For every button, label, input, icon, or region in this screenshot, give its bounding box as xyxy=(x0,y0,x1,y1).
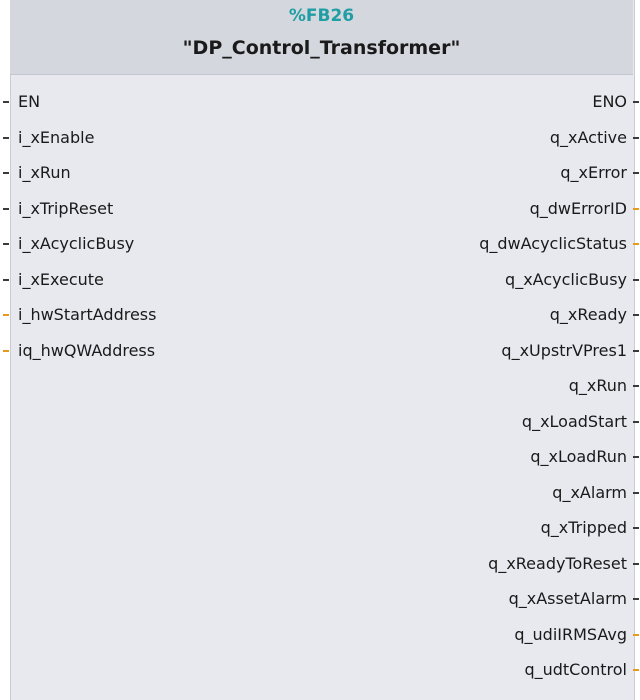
input-connector-i-xtripreset[interactable] xyxy=(3,208,9,210)
input-connector-i-hwstartaddress[interactable] xyxy=(3,314,9,316)
input-connector-en[interactable] xyxy=(3,101,9,103)
input-pin-i-xexecute[interactable]: i_xExecute xyxy=(18,269,104,291)
output-pin-q-xrun[interactable]: q_xRun xyxy=(569,375,627,397)
output-pin-q-xtripped[interactable]: q_xTripped xyxy=(541,517,627,539)
output-connector-q-xassetalarm[interactable] xyxy=(633,598,639,600)
input-pin-i-xtripreset[interactable]: i_xTripReset xyxy=(18,198,113,220)
input-connector-i-xacyclicbusy[interactable] xyxy=(3,243,9,245)
input-pin-i-xacyclicbusy[interactable]: i_xAcyclicBusy xyxy=(18,233,134,255)
output-pin-q-udiirmsavg[interactable]: q_udiIRMSAvg xyxy=(514,624,627,646)
output-pin-q-xready[interactable]: q_xReady xyxy=(550,304,627,326)
output-connector-q-udiirmsavg[interactable] xyxy=(633,634,639,636)
function-block-header[interactable]: %FB26 "DP_Control_Transformer" xyxy=(10,0,633,75)
block-number: %FB26 xyxy=(288,6,355,26)
input-pin-i-hwstartaddress[interactable]: i_hwStartAddress xyxy=(18,304,156,326)
output-pin-q-udtcontrol[interactable]: q_udtControl xyxy=(524,659,627,681)
input-connector-i-xenable[interactable] xyxy=(3,137,9,139)
output-connector-q-xready[interactable] xyxy=(633,314,639,316)
output-connector-q-xloadstart[interactable] xyxy=(633,421,639,423)
output-connector-q-xrun[interactable] xyxy=(633,385,639,387)
output-pin-q-xloadrun[interactable]: q_xLoadRun xyxy=(530,446,627,468)
output-connector-q-xacyclicbusy[interactable] xyxy=(633,279,639,281)
output-connector-q-xalarm[interactable] xyxy=(633,492,639,494)
output-pin-q-xreadytoreset[interactable]: q_xReadyToReset xyxy=(488,553,627,575)
input-pin-i-xrun[interactable]: i_xRun xyxy=(18,162,71,184)
output-connector-q-xupstrvpres1[interactable] xyxy=(633,350,639,352)
output-pin-q-xassetalarm[interactable]: q_xAssetAlarm xyxy=(509,588,627,610)
input-pin-en[interactable]: EN xyxy=(18,91,40,113)
input-connector-iq-hwqwaddress[interactable] xyxy=(3,350,9,352)
output-connector-q-udtcontrol[interactable] xyxy=(633,669,639,671)
block-name: "DP_Control_Transformer" xyxy=(182,37,461,59)
output-connector-q-xreadytoreset[interactable] xyxy=(633,563,639,565)
output-connector-q-dwacyclicstatus[interactable] xyxy=(633,243,639,245)
input-pin-iq-hwqwaddress[interactable]: iq_hwQWAddress xyxy=(18,340,155,362)
output-pin-q-dwacyclicstatus[interactable]: q_dwAcyclicStatus xyxy=(479,233,627,255)
output-pin-q-xacyclicbusy[interactable]: q_xAcyclicBusy xyxy=(505,269,627,291)
input-connector-i-xrun[interactable] xyxy=(3,172,9,174)
output-connector-q-xerror[interactable] xyxy=(633,172,639,174)
output-pin-eno[interactable]: ENO xyxy=(592,91,627,113)
output-pin-q-xloadstart[interactable]: q_xLoadStart xyxy=(522,411,627,433)
output-connector-q-xactive[interactable] xyxy=(633,137,639,139)
output-connector-q-dwerrorid[interactable] xyxy=(633,208,639,210)
input-connector-i-xexecute[interactable] xyxy=(3,279,9,281)
output-pin-q-xerror[interactable]: q_xError xyxy=(560,162,627,184)
output-connector-q-xtripped[interactable] xyxy=(633,527,639,529)
output-connector-q-xloadrun[interactable] xyxy=(633,456,639,458)
output-pin-q-xalarm[interactable]: q_xAlarm xyxy=(552,482,627,504)
output-pin-q-xupstrvpres1[interactable]: q_xUpstrVPres1 xyxy=(501,340,627,362)
output-pin-q-dwerrorid[interactable]: q_dwErrorID xyxy=(530,198,627,220)
input-pin-i-xenable[interactable]: i_xEnable xyxy=(18,127,94,149)
output-pin-q-xactive[interactable]: q_xActive xyxy=(550,127,627,149)
output-connector-eno[interactable] xyxy=(633,101,639,103)
